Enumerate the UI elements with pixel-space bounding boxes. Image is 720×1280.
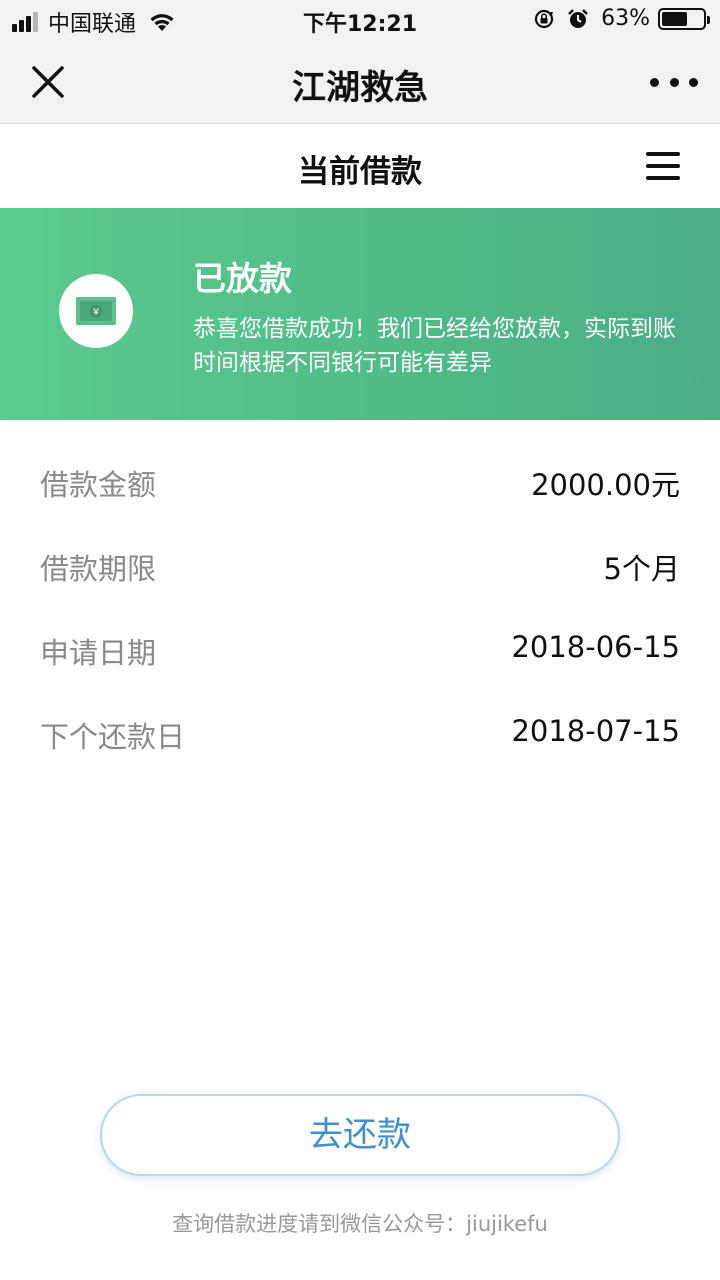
apply-date-value: 2018-06-15 bbox=[511, 630, 680, 664]
menu-icon-bar bbox=[646, 164, 680, 168]
loan-term-value: 5个月 bbox=[603, 552, 680, 586]
loan-amount-value: 2000.00元 bbox=[531, 468, 680, 502]
app-title: 江湖救急 bbox=[292, 68, 428, 108]
more-button[interactable] bbox=[650, 64, 698, 100]
battery-level bbox=[662, 11, 687, 26]
next-repay-value: 2018-07-15 bbox=[511, 714, 680, 748]
next-repay-row: 下个还款日 2018-07-15 bbox=[0, 692, 720, 776]
page-title: 当前借款 bbox=[298, 154, 422, 190]
menu-icon bbox=[646, 152, 680, 156]
svg-text:¥: ¥ bbox=[93, 307, 99, 318]
apply-date-row: 申请日期 2018-06-15 bbox=[0, 608, 720, 692]
status-right: 63% bbox=[533, 6, 710, 31]
loan-term-label: 借款期限 bbox=[40, 552, 157, 586]
more-icon bbox=[650, 77, 659, 87]
alarm-icon bbox=[568, 8, 588, 28]
loan-term-row: 借款期限 5个月 bbox=[0, 524, 720, 608]
money-icon: ¥ bbox=[76, 297, 116, 325]
rotation-lock-icon bbox=[534, 9, 554, 28]
status-banner: ¥ 已放款 恭喜您借款成功！我们已经给您放款，实际到账时间根据不同银行可能有差异 bbox=[0, 208, 720, 420]
status-bar: 中国联通 下午12:21 63% bbox=[0, 0, 720, 40]
app-titlebar: 江湖救急 bbox=[0, 40, 720, 124]
loan-amount-label: 借款金额 bbox=[40, 468, 157, 502]
menu-icon-bar bbox=[646, 176, 680, 180]
banner-title: 已放款 bbox=[193, 259, 292, 298]
loan-amount-row: 借款金额 2000.00元 bbox=[0, 440, 720, 524]
more-icon-dot bbox=[689, 77, 698, 87]
menu-button[interactable] bbox=[646, 152, 680, 180]
money-icon-circle: ¥ bbox=[59, 274, 133, 348]
banner-description: 恭喜您借款成功！我们已经给您放款，实际到账时间根据不同银行可能有差异 bbox=[193, 316, 676, 376]
apply-date-label: 申请日期 bbox=[40, 636, 157, 670]
battery-cap bbox=[707, 15, 710, 24]
more-icon-dot bbox=[669, 77, 679, 87]
footer-note: 查询借款进度请到微信公众号：jiujikefu bbox=[172, 1212, 548, 1236]
next-repay-label: 下个还款日 bbox=[40, 720, 186, 754]
battery-percent: 63% bbox=[601, 6, 650, 31]
battery-icon bbox=[658, 7, 710, 30]
loan-info: 借款金额 2000.00元 借款期限 5个月 申请日期 2018-06-15 下… bbox=[0, 440, 720, 776]
page-header: 当前借款 bbox=[0, 124, 720, 208]
repay-button[interactable]: 去还款 bbox=[100, 1094, 620, 1176]
